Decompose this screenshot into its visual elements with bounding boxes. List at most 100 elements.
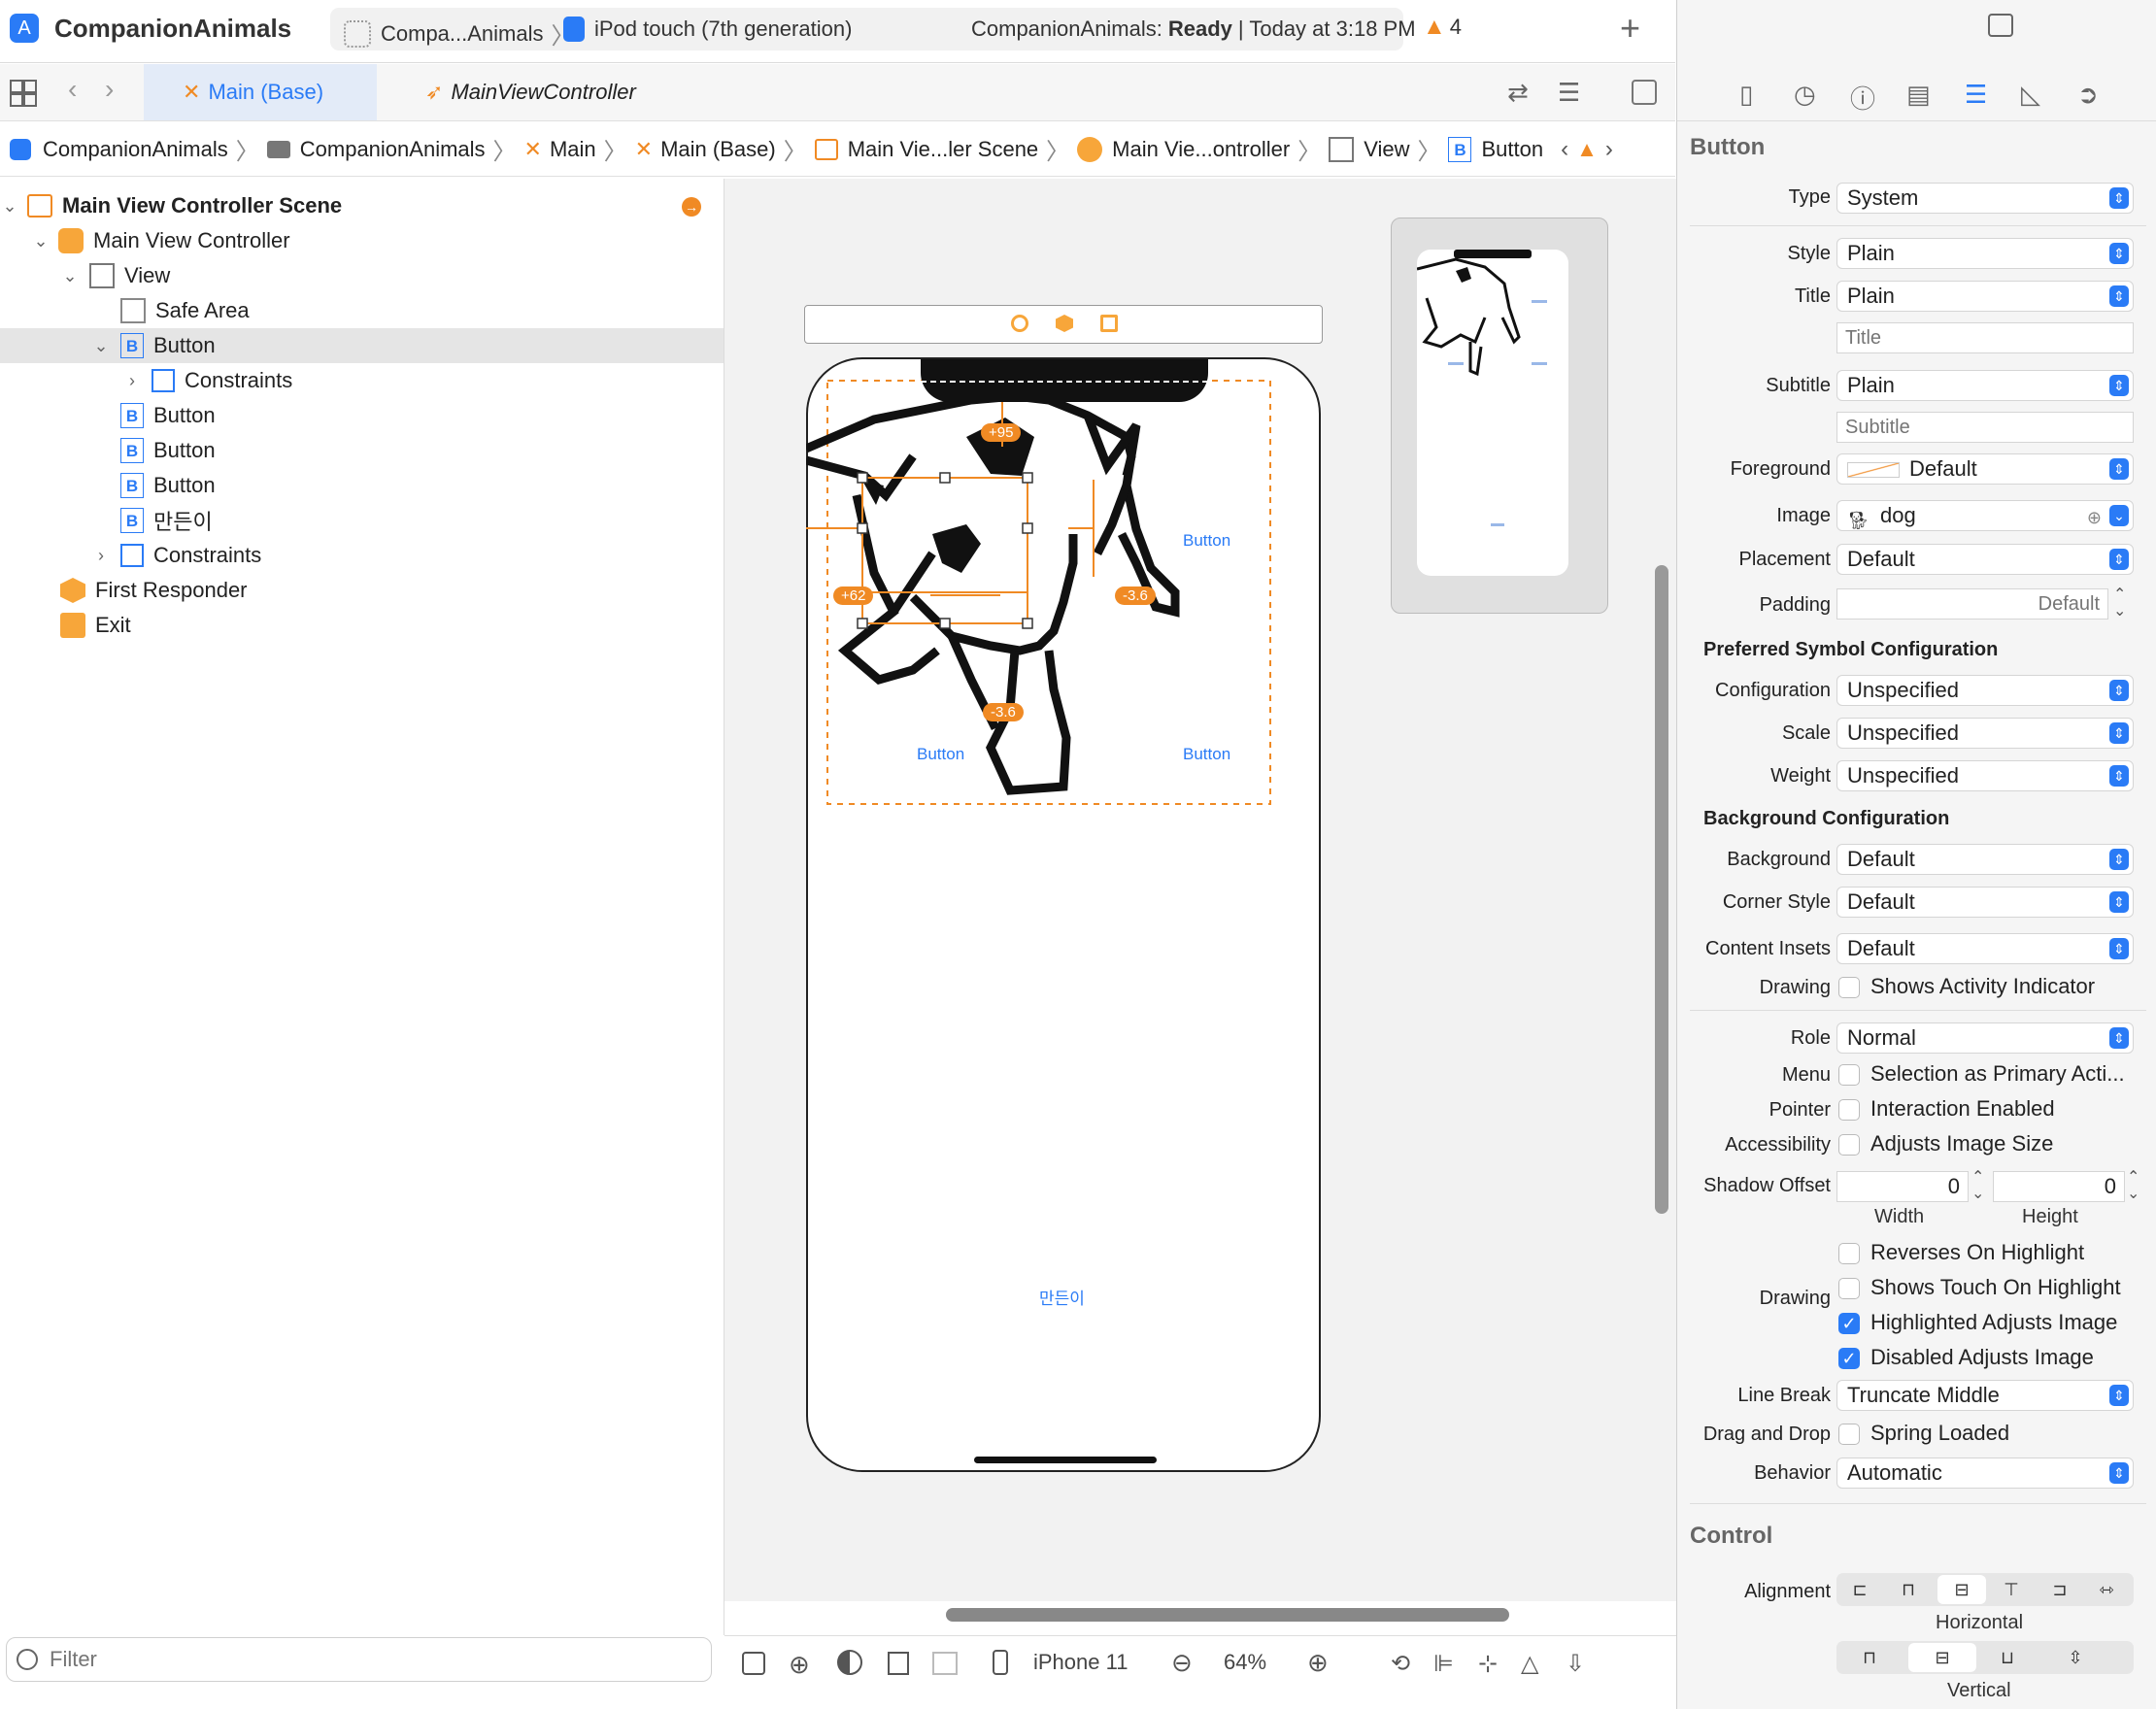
content-insets-popup[interactable]: Default ⇕ [1836,933,2134,964]
canvas-button-bottom-left[interactable]: Button [917,745,964,764]
device-selector[interactable]: iPhone 11 [1033,1650,1128,1675]
shadow-width-stepper-icon[interactable]: ⌃ ⌄ [1971,1169,1984,1202]
dog-image-button[interactable] [806,359,1321,816]
align-middle-icon[interactable]: ⊟ [1908,1643,1976,1672]
update-frames-icon[interactable]: ⟲ [1391,1650,1410,1678]
align-top-icon[interactable]: ⊓ [1850,1643,1889,1672]
outline-item-creator-button[interactable]: B 만든이 [0,503,724,538]
vertical-scrollbar[interactable] [1655,565,1668,1214]
outline-item-button-selected[interactable]: ⌄ B Button [0,328,724,363]
zoom-out-icon[interactable]: ⊖ [1171,1648,1193,1678]
zoom-level[interactable]: 64% [1224,1650,1266,1675]
role-popup[interactable]: Normal ⇕ [1836,1022,2134,1054]
go-arrow-icon[interactable]: ⊕ [2087,503,2102,530]
align-icon[interactable]: ⊫ [1433,1650,1454,1678]
shadow-height-stepper-icon[interactable]: ⌃ ⌄ [2127,1169,2139,1202]
image-combobox[interactable]: 🐕︎ dog ⊕ ⌄ [1836,500,2134,531]
align-leading-icon[interactable]: ⊏ [1840,1575,1879,1604]
behavior-popup[interactable]: Automatic ⇕ [1836,1458,2134,1489]
tab-main-base[interactable]: ✕ Main (Base) [144,64,377,120]
identity-inspector-icon[interactable]: ▤ [1906,80,1931,110]
canvas-button-top-right[interactable]: Button [1183,531,1230,551]
title-popup[interactable]: Plain ⇕ [1836,281,2134,312]
attributes-inspector-icon[interactable]: ☰ [1965,80,1987,110]
reverses-highlight-checkbox[interactable] [1838,1243,1860,1264]
disclosure-down-icon[interactable]: ⌄ [31,231,51,251]
menu-primary-action-checkbox[interactable] [1838,1064,1860,1086]
canvas-button-creator[interactable]: 만든이 [1039,1285,1085,1309]
destination-selector[interactable]: iPod touch (7th generation) [563,17,852,42]
add-constraints-icon[interactable]: ⊹ [1478,1650,1498,1678]
device-icon[interactable] [993,1650,1008,1675]
outline-item-view-controller[interactable]: ⌄ Main View Controller [0,223,724,258]
align-center-icon[interactable]: ⊟ [1937,1575,1986,1604]
breadcrumb-item[interactable]: Main Vie...ler Scene [848,137,1038,162]
corner-style-popup[interactable]: Default ⇕ [1836,887,2134,918]
view-controller-dock-icon[interactable] [1011,315,1028,332]
exit-dock-icon[interactable] [1100,315,1118,332]
outline-filter-field[interactable] [6,1637,712,1682]
layout-icon[interactable] [932,1652,958,1675]
orientation-icon[interactable] [888,1652,909,1675]
toggle-inspector-icon[interactable] [1988,14,2013,37]
align-fill-vertical-icon[interactable]: ⇳ [2056,1643,2095,1672]
outline-item-view[interactable]: ⌄ View [0,258,724,293]
breadcrumb-item[interactable]: Main Vie...ontroller [1112,137,1290,162]
swap-icon[interactable]: ⇄ [1507,78,1529,108]
constraint-trailing-badge[interactable]: -3.6 [1115,586,1156,605]
disabled-adjusts-checkbox[interactable]: ✓ [1838,1348,1860,1369]
activity-view[interactable]: Compa...Animals 〉 iPod touch (7th genera… [330,8,1416,50]
background-popup[interactable]: Default ⇕ [1836,844,2134,875]
align-trailing-icon[interactable]: ⊐ [2040,1575,2079,1604]
tab-mainviewcontroller[interactable]: ➶ MainViewController [425,64,636,120]
outline-item-button[interactable]: B Button [0,468,724,503]
breadcrumb-item[interactable]: Button [1481,137,1543,162]
foreground-popup[interactable]: Default ⇕ [1836,453,2134,485]
outline-item-constraints[interactable]: › Constraints [0,538,724,573]
shadow-width-field[interactable] [1836,1171,1969,1202]
arrow-circle-icon[interactable]: → [682,197,701,217]
spring-loaded-checkbox[interactable] [1838,1424,1860,1445]
line-break-popup[interactable]: Truncate Middle ⇕ [1836,1380,2134,1411]
disclosure-down-icon[interactable]: ⌄ [60,266,80,286]
zoom-in-icon[interactable]: ⊕ [1307,1648,1329,1678]
outline-item-scene[interactable]: ⌄ Main View Controller Scene → [0,188,724,223]
connections-inspector-icon[interactable]: ➲ [2077,80,2099,110]
accessibility-icon[interactable]: ⊕ [789,1650,810,1680]
constraint-bottom-badge[interactable]: -3.6 [983,703,1024,721]
breadcrumb-item[interactable]: CompanionAnimals [43,137,228,162]
editor-options-icon[interactable]: ☰ [1558,78,1580,108]
add-editor-icon[interactable] [1632,80,1657,105]
warning-icon[interactable]: ▲ [1576,137,1598,162]
align-left-icon[interactable]: ⊓ [1889,1575,1928,1604]
type-popup[interactable]: System ⇕ [1836,183,2134,214]
pointer-interaction-checkbox[interactable] [1838,1099,1860,1121]
title-field[interactable] [1836,322,2134,353]
horizontal-scrollbar[interactable] [946,1608,1509,1622]
canvas-button-bottom-right[interactable]: Button [1183,745,1230,764]
subtitle-popup[interactable]: Plain ⇕ [1836,370,2134,401]
weight-popup[interactable]: Unspecified ⇕ [1836,760,2134,791]
subtitle-field[interactable] [1836,412,2134,443]
activity-indicator-checkbox[interactable] [1838,977,1860,998]
constraint-top-badge[interactable]: +95 [981,423,1022,442]
warnings-badge[interactable]: ▲ 4 [1423,14,1462,41]
embed-in-icon[interactable]: ⇩ [1566,1650,1585,1678]
vertical-alignment-control[interactable]: ⊓ ⊟ ⊔ ⇳ [1836,1641,2134,1674]
outline-item-constraints[interactable]: › Constraints [0,363,724,398]
outline-item-button[interactable]: B Button [0,398,724,433]
help-inspector-icon[interactable]: ⓘ [1850,80,1875,116]
highlighted-adjusts-checkbox[interactable]: ✓ [1838,1313,1860,1334]
adjusts-image-size-checkbox[interactable] [1838,1134,1860,1156]
padding-field[interactable] [1836,588,2108,620]
horizontal-alignment-control[interactable]: ⊏ ⊓ ⊟ ⊤ ⊐ ⇿ [1836,1573,2134,1606]
first-responder-dock-icon[interactable] [1056,315,1073,332]
issue-back-chevron-icon[interactable]: ‹ [1561,136,1568,163]
placement-popup[interactable]: Default ⇕ [1836,544,2134,575]
disclosure-right-icon[interactable]: › [122,371,142,391]
scheme-selector[interactable]: Compa...Animals 〉 [344,17,583,50]
outline-item-safe-area[interactable]: Safe Area [0,293,724,328]
forward-chevron-icon[interactable]: › [105,74,114,105]
outline-item-button[interactable]: B Button [0,433,724,468]
breadcrumb-item[interactable]: Main [550,137,596,162]
